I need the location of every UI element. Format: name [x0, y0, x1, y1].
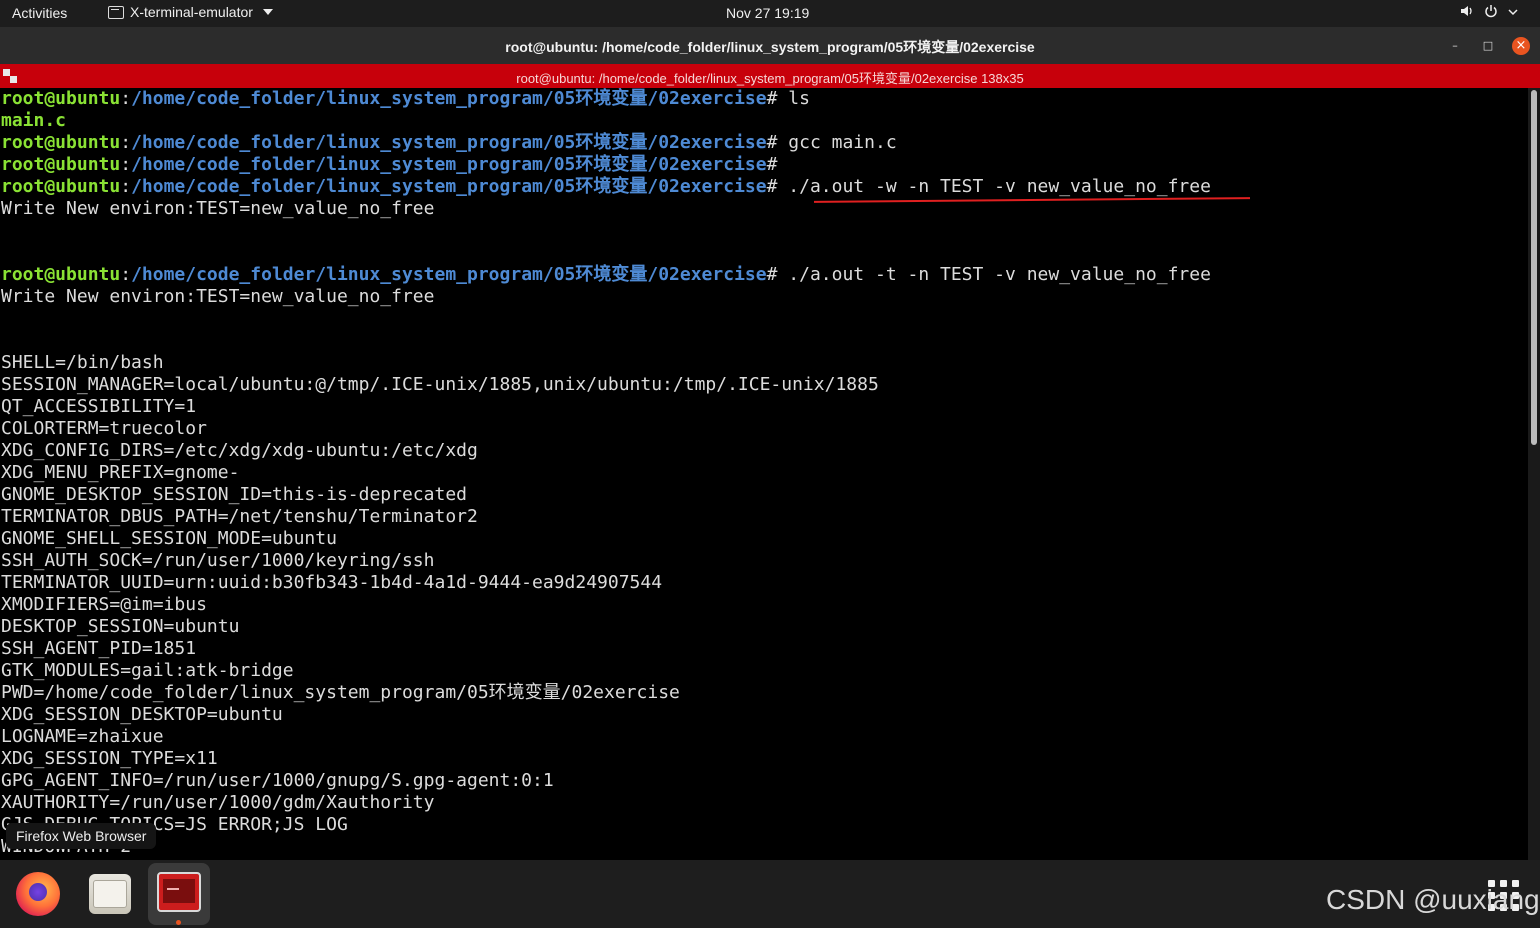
- terminal-header[interactable]: root@ubuntu: /home/code_folder/linux_sys…: [0, 64, 1540, 88]
- output-line: WINDOWPATH=2: [0, 836, 1528, 858]
- prompt-symbol: #: [766, 264, 789, 285]
- command-text: ./a.out -t -n TEST -v new_value_no_free: [788, 264, 1211, 285]
- dock-item-files[interactable]: [76, 863, 138, 925]
- activities-button[interactable]: Activities: [12, 5, 67, 21]
- prompt-separator: :: [120, 264, 132, 285]
- prompt-line: root@ubuntu:/home/code_folder/linux_syst…: [0, 88, 1528, 110]
- output-line: XAUTHORITY=/run/user/1000/gdm/Xauthority: [1, 792, 435, 813]
- file-entry: main.c: [1, 110, 67, 131]
- output-line: COLORTERM=truecolor: [1, 418, 207, 439]
- output-line: GTK_MODULES=gail:atk-bridge: [1, 660, 294, 681]
- output-line: GNOME_DESKTOP_SESSION_ID=this-is-depreca…: [1, 484, 467, 505]
- scrollbar-thumb[interactable]: [1531, 90, 1537, 445]
- prompt-separator: :: [120, 154, 132, 175]
- dock: [0, 860, 1540, 928]
- output-line: SSH_AUTH_SOCK=/run/user/1000/keyring/ssh: [1, 550, 435, 571]
- terminal-output[interactable]: root@ubuntu:/home/code_folder/linux_syst…: [0, 88, 1528, 860]
- output-line: XDG_MENU_PREFIX=gnome-: [1, 462, 240, 483]
- prompt-separator: :: [120, 88, 132, 109]
- prompt-separator: :: [120, 176, 132, 197]
- app-menu-label: X-terminal-emulator: [130, 4, 253, 20]
- prompt-line: root@ubuntu:/home/code_folder/linux_syst…: [0, 154, 1528, 176]
- top-panel: Activities X-terminal-emulator Nov 27 19…: [0, 0, 1540, 27]
- dock-item-firefox[interactable]: [4, 863, 66, 925]
- terminal-icon: [108, 5, 124, 19]
- watermark: CSDN @uuxiang: [1326, 884, 1540, 915]
- prompt-line: root@ubuntu:/home/code_folder/linux_syst…: [0, 176, 1528, 198]
- output-line: PWD=/home/code_folder/linux_system_progr…: [1, 682, 680, 703]
- prompt-user: root@ubuntu: [1, 154, 121, 175]
- files-icon: [89, 874, 131, 914]
- output-line: SESSION_MANAGER=local/ubuntu:@/tmp/.ICE-…: [1, 374, 879, 395]
- output-line: Write New environ:TEST=new_value_no_free: [1, 286, 435, 307]
- prompt-user: root@ubuntu: [1, 132, 121, 153]
- window-titlebar[interactable]: root@ubuntu: /home/code_folder/linux_sys…: [0, 27, 1540, 64]
- command-text: ./a.out -w -n TEST -v new_value_no_free: [788, 176, 1211, 197]
- maximize-button[interactable]: □: [1479, 37, 1497, 55]
- prompt-path: /home/code_folder/linux_system_program/0…: [131, 176, 767, 197]
- prompt-path: /home/code_folder/linux_system_program/0…: [131, 154, 767, 175]
- output-line: Write New environ:TEST=new_value_no_free: [1, 198, 435, 219]
- terminal-icon: [157, 872, 201, 912]
- output-line: XDG_SESSION_TYPE=x11: [1, 748, 218, 769]
- scrollbar[interactable]: [1528, 88, 1540, 860]
- close-button[interactable]: ×: [1512, 37, 1530, 55]
- chevron-down-icon[interactable]: [1508, 5, 1518, 20]
- output-line: TERMINATOR_UUID=urn:uuid:b30fb343-1b4d-4…: [1, 572, 663, 593]
- prompt-user: root@ubuntu: [1, 88, 121, 109]
- prompt-user: root@ubuntu: [1, 264, 121, 285]
- prompt-symbol: #: [766, 88, 789, 109]
- firefox-icon: [16, 872, 60, 916]
- window-title: root@ubuntu: /home/code_folder/linux_sys…: [505, 39, 1035, 55]
- dock-item-terminal[interactable]: [148, 863, 210, 925]
- prompt-symbol: #: [766, 132, 789, 153]
- running-indicator: [176, 920, 181, 925]
- output-line: TERMINATOR_DBUS_PATH=/net/tenshu/Termina…: [1, 506, 478, 527]
- prompt-symbol: #: [766, 176, 789, 197]
- command-text: gcc main.c: [788, 132, 897, 153]
- prompt-line: root@ubuntu:/home/code_folder/linux_syst…: [0, 264, 1528, 286]
- prompt-line: root@ubuntu:/home/code_folder/linux_syst…: [0, 132, 1528, 154]
- output-line: SSH_AGENT_PID=1851: [1, 638, 197, 659]
- terminal-header-title: root@ubuntu: /home/code_folder/linux_sys…: [516, 71, 1024, 86]
- power-icon[interactable]: [1484, 4, 1498, 21]
- output-line: LOGNAME=zhaixue: [1, 726, 164, 747]
- prompt-path: /home/code_folder/linux_system_program/0…: [131, 132, 767, 153]
- output-line: XMODIFIERS=@im=ibus: [1, 594, 207, 615]
- clock[interactable]: Nov 27 19:19: [726, 5, 809, 21]
- prompt-path: /home/code_folder/linux_system_program/0…: [131, 264, 767, 285]
- output-line: XDG_CONFIG_DIRS=/etc/xdg/xdg-ubuntu:/etc…: [1, 440, 478, 461]
- output-line: GNOME_SHELL_SESSION_MODE=ubuntu: [1, 528, 337, 549]
- output-line: QT_ACCESSIBILITY=1: [1, 396, 197, 417]
- dock-tooltip: Firefox Web Browser: [6, 823, 157, 849]
- volume-icon[interactable]: [1460, 4, 1474, 21]
- output-line: SHELL=/bin/bash: [1, 352, 164, 373]
- output-line: DESKTOP_SESSION=ubuntu: [1, 616, 240, 637]
- system-tray[interactable]: [1460, 4, 1518, 21]
- prompt-path: /home/code_folder/linux_system_program/0…: [131, 88, 767, 109]
- chevron-down-icon: [262, 9, 273, 15]
- minimize-button[interactable]: –: [1446, 37, 1464, 55]
- prompt-symbol: #: [766, 154, 789, 175]
- output-line: GJS_DEBUG_TOPICS=JS ERROR;JS LOG: [1, 814, 348, 835]
- command-text: ls: [788, 88, 810, 109]
- prompt-user: root@ubuntu: [1, 176, 121, 197]
- output-line: GPG_AGENT_INFO=/run/user/1000/gnupg/S.gp…: [1, 770, 554, 791]
- app-menu[interactable]: X-terminal-emulator: [108, 4, 273, 20]
- output-line: XDG_SESSION_DESKTOP=ubuntu: [1, 704, 283, 725]
- prompt-separator: :: [120, 132, 132, 153]
